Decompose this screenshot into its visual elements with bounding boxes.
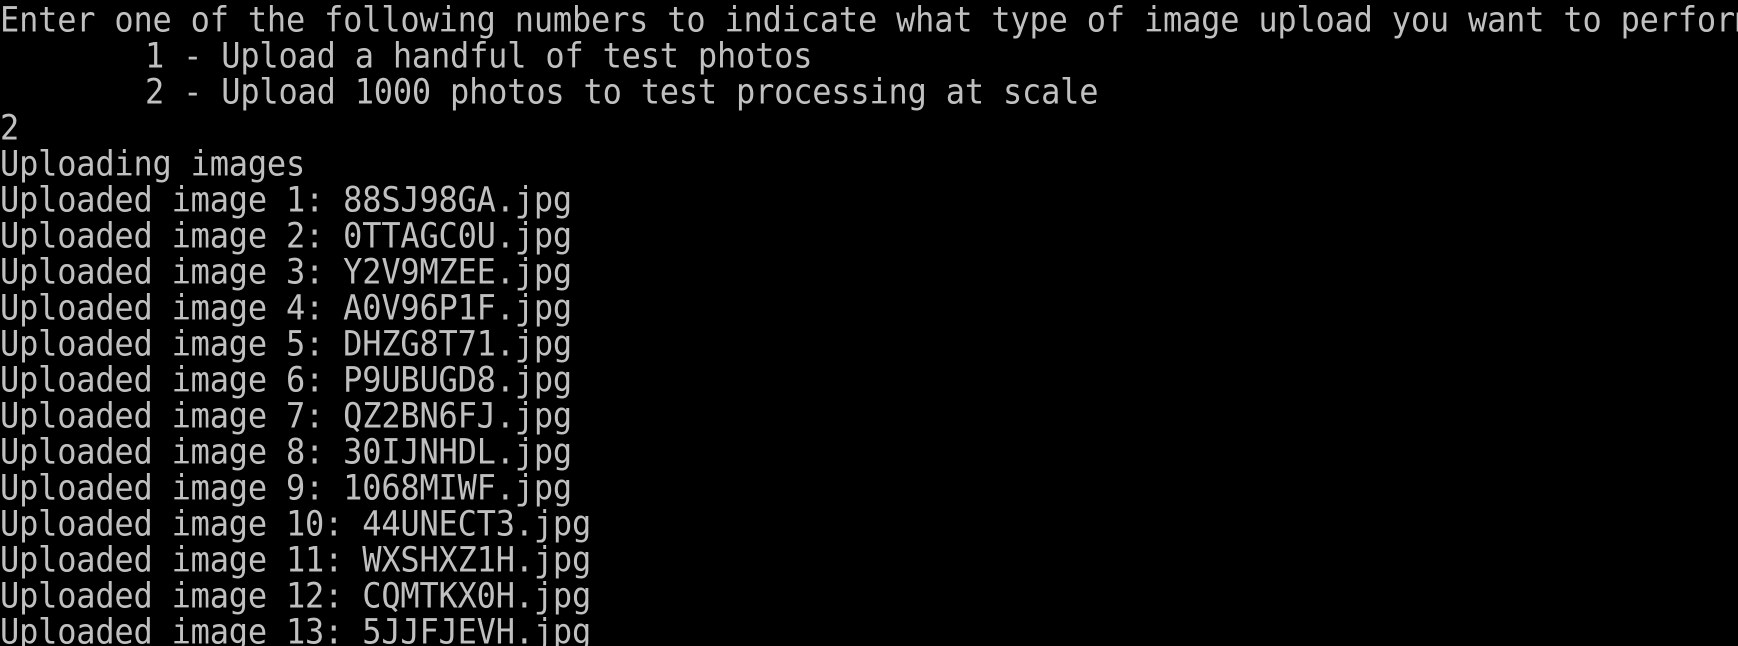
upload-log-line: Uploaded image 13: 5JJFJEVH.jpg [0, 610, 592, 646]
console-window[interactable]: Enter one of the following numbers to in… [0, 0, 1738, 646]
upload-log-line: Uploaded image 6: P9UBUGD8.jpg [0, 358, 572, 400]
upload-log-line: Uploaded image 8: 30IJNHDL.jpg [0, 430, 572, 472]
status-line: Uploading images [0, 142, 306, 184]
option-line-2: 2 - Upload 1000 photos to test processin… [145, 70, 1099, 112]
user-input-line: 2 [0, 106, 20, 148]
option-line-1: 1 - Upload a handful of test photos [145, 34, 813, 76]
upload-log-line: Uploaded image 5: DHZG8T71.jpg [0, 322, 572, 364]
prompt-line: Enter one of the following numbers to in… [0, 0, 1738, 40]
upload-log-line: Uploaded image 3: Y2V9MZEE.jpg [0, 250, 572, 292]
upload-log-line: Uploaded image 1: 88SJ98GA.jpg [0, 178, 572, 220]
upload-log-line: Uploaded image 12: CQMTKX0H.jpg [0, 574, 592, 616]
upload-log-line: Uploaded image 7: QZ2BN6FJ.jpg [0, 394, 572, 436]
upload-log-line: Uploaded image 11: WXSHXZ1H.jpg [0, 538, 592, 580]
upload-log-line: Uploaded image 9: 1068MIWF.jpg [0, 466, 572, 508]
upload-log-line: Uploaded image 10: 44UNECT3.jpg [0, 502, 592, 544]
upload-log-line: Uploaded image 4: A0V96P1F.jpg [0, 286, 572, 328]
upload-log-line: Uploaded image 2: 0TTAGC0U.jpg [0, 214, 572, 256]
